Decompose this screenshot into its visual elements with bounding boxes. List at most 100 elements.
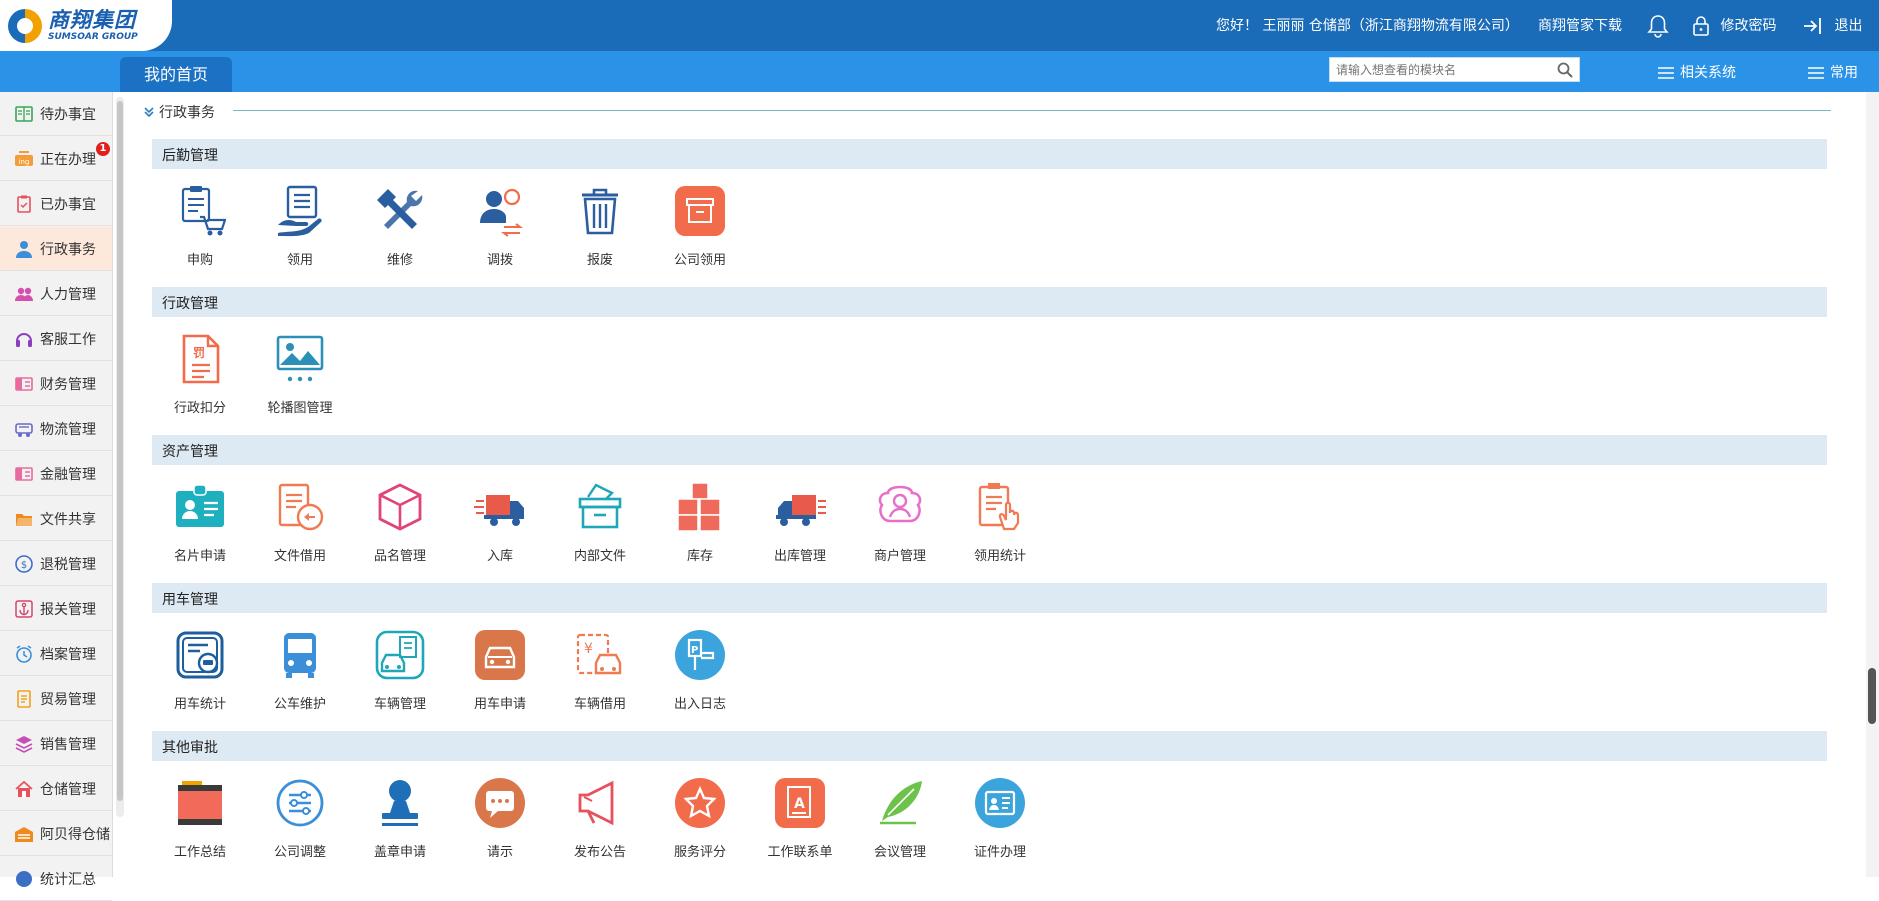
module-tile[interactable]: 发布公告 [550,775,650,863]
sidebar-item-2[interactable]: 已办事宜 [0,182,112,226]
sidebar-item-4[interactable]: 人力管理 [0,272,112,316]
sidebar-item-1[interactable]: ing 正在办理 [0,137,112,181]
module-tile[interactable]: 入库 [450,479,550,567]
carousel-image-icon [272,331,328,387]
module-label: 品名管理 [373,549,426,564]
group-title: 后勤管理 [162,148,218,164]
group-title: 行政管理 [162,296,218,312]
sidebar-item-label: 物流管理 [40,421,96,438]
ing-icon: ing [14,149,34,169]
module-tile[interactable]: 维修 [350,183,450,271]
module-search-input[interactable] [1330,58,1557,81]
module-tile[interactable]: 证件办理 [950,775,1050,863]
section-title: 行政事务 [159,105,215,121]
module-label: 出入日志 [673,697,726,712]
module-tile[interactable]: 车辆管理 [350,627,450,715]
sidebar-item-label: 财务管理 [40,376,96,393]
module-label: 出库管理 [773,549,826,564]
module-tile[interactable]: 会议管理 [850,775,950,863]
sidebar-item-8[interactable]: 金融管理 [0,452,112,496]
sidebar-item-11[interactable]: 报关管理 [0,587,112,631]
module-tile[interactable]: 调拨 [450,183,550,271]
module-tile[interactable]: 公司调整 [250,775,350,863]
svg-text:¥: ¥ [584,641,593,657]
sidebar-item-16[interactable]: 阿贝得仓储 [0,812,112,856]
section-divider [233,110,1831,111]
module-tile[interactable]: 领用统计 [950,479,1050,567]
module-tile[interactable]: 申购 [150,183,250,271]
sidebar-item-9[interactable]: 文件共享 [0,497,112,541]
tab-my-home[interactable]: 我的首页 [120,57,232,92]
nav-bar [0,51,1879,92]
sidebar-item-12[interactable]: 档案管理 [0,632,112,676]
car-request-icon [472,627,528,683]
star-badge-icon [672,775,728,831]
module-tile[interactable]: 请示 [450,775,550,863]
module-tile[interactable]: 轮播图管理 [250,331,350,419]
inbound-truck-icon [472,479,528,535]
module-tile[interactable]: 公车维护 [250,627,350,715]
module-tile[interactable]: 服务评分 [650,775,750,863]
search-icon[interactable] [1557,62,1573,78]
sidebar-item-label: 已办事宜 [40,196,96,213]
module-tile[interactable]: 名片申请 [150,479,250,567]
module-label: 入库 [486,549,513,564]
change-password-button[interactable]: 修改密码 [1692,15,1776,37]
module-tile[interactable]: A 工作联系单 [750,775,850,863]
sidebar-item-label: 人力管理 [40,286,96,303]
section-header[interactable]: 行政事务 [143,102,215,122]
sidebar-item-15[interactable]: 仓储管理 [0,767,112,811]
module-label: 领用统计 [973,549,1026,564]
svg-text:A: A [794,796,805,812]
sidebar-item-5[interactable]: 客服工作 [0,317,112,361]
sidebar-scrollbar[interactable] [116,97,124,817]
module-tile[interactable]: 公司领用 [650,183,750,271]
main-scrollbar-thumb[interactable] [1868,668,1876,724]
sidebar-item-3[interactable]: 行政事务 [0,227,112,271]
sidebar-item-14[interactable]: 销售管理 [0,722,112,766]
logout-label: 退出 [1834,18,1863,34]
module-label: 服务评分 [673,845,726,860]
download-link[interactable]: 商翔管家下载 [1538,15,1622,35]
module-label: 维修 [386,253,413,268]
sidebar-item-0[interactable]: 待办事宜 [0,92,112,136]
module-tile[interactable]: 库存 [650,479,750,567]
sidebar-item-10[interactable]: $ 退税管理 [0,542,112,586]
module-tile[interactable]: 用车统计 [150,627,250,715]
sidebar-item-7[interactable]: 物流管理 [0,407,112,451]
module-tile[interactable]: 工作总结 [150,775,250,863]
chart-icon [14,869,34,889]
module-tile[interactable]: 品名管理 [350,479,450,567]
module-tile[interactable]: 报废 [550,183,650,271]
module-tile[interactable]: 商户管理 [850,479,950,567]
sidebar-item-17[interactable]: 统计汇总 [0,857,112,901]
module-label: 申购 [186,253,213,268]
notification-bell-icon[interactable] [1646,13,1670,39]
module-tile[interactable]: 内部文件 [550,479,650,567]
sidebar-item-label: 文件共享 [40,511,96,528]
sidebar-item-label: 档案管理 [40,646,96,663]
module-tile[interactable]: 文件借用 [250,479,350,567]
brand-name: 商翔集团 [48,7,136,32]
module-label: 报废 [586,253,613,268]
main-scrollbar[interactable] [1866,92,1879,877]
module-label: 商户管理 [873,549,926,564]
related-systems-menu[interactable]: 相关系统 [1658,62,1736,82]
module-tile[interactable]: ¥ 车辆借用 [550,627,650,715]
module-tile[interactable]: 出库管理 [750,479,850,567]
logout-button[interactable]: 退出 [1802,15,1862,36]
module-tile[interactable]: P 出入日志 [650,627,750,715]
sidebar-item-label: 销售管理 [40,736,96,753]
common-menu[interactable]: 常用 [1808,62,1858,82]
module-label: 请示 [486,845,513,860]
sidebar-item-13[interactable]: 贸易管理 [0,677,112,721]
brand-logo[interactable]: 商翔集团 SUMSOAR GROUP [0,0,172,51]
outbound-truck-icon [772,479,828,535]
sidebar-item-6[interactable]: 财务管理 [0,362,112,406]
module-tile[interactable]: 用车申请 [450,627,550,715]
module-tile[interactable]: 盖章申请 [350,775,450,863]
module-label: 用车统计 [173,697,226,712]
module-tile[interactable]: 领用 [250,183,350,271]
module-tile[interactable]: 罚行政扣分 [150,331,250,419]
module-label: 盖章申请 [373,845,426,860]
